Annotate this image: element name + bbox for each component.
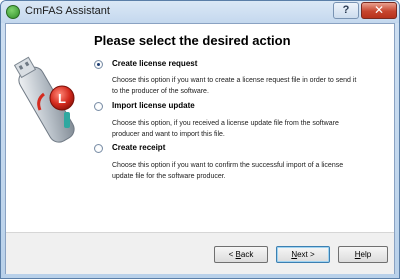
option-label-create-license-request[interactable]: Create license request bbox=[112, 59, 197, 68]
title-bar[interactable]: CmFAS Assistant ? ✕ bbox=[1, 1, 399, 23]
btn-text: elp bbox=[360, 250, 372, 259]
radio-create-receipt[interactable] bbox=[94, 144, 103, 153]
btn-text: ext > bbox=[297, 250, 315, 259]
window-title: CmFAS Assistant bbox=[25, 5, 110, 17]
option-desc-create-receipt: Choose this option if you want to confir… bbox=[112, 160, 399, 182]
assistant-window: CmFAS Assistant ? ✕ L Please select the … bbox=[0, 0, 400, 279]
next-button[interactable]: Next > bbox=[276, 246, 330, 263]
radio-create-license-request[interactable] bbox=[94, 60, 103, 69]
option-desc-import-license-update: Choose this option, if you received a li… bbox=[112, 118, 399, 140]
app-icon bbox=[6, 5, 20, 19]
svg-text:L: L bbox=[58, 91, 66, 106]
back-button[interactable]: < Back bbox=[214, 246, 268, 263]
desc-line: update file for the software producer. bbox=[112, 173, 226, 180]
close-button[interactable]: ✕ bbox=[361, 2, 397, 19]
question-icon: ? bbox=[342, 4, 350, 16]
desc-line: producer and want to import this file. bbox=[112, 131, 225, 138]
close-icon: ✕ bbox=[373, 3, 385, 17]
page-title: Please select the desired action bbox=[94, 33, 291, 48]
desc-line: to the producer of the software. bbox=[112, 88, 209, 95]
option-label-create-receipt[interactable]: Create receipt bbox=[112, 143, 165, 152]
wizard-body: L Please select the desired action Creat… bbox=[5, 23, 395, 274]
desc-line: Choose this option if you want to create… bbox=[112, 77, 357, 84]
usb-dongle-icon: L bbox=[14, 56, 75, 143]
radio-import-license-update[interactable] bbox=[94, 102, 103, 111]
help-button[interactable]: Help bbox=[338, 246, 388, 263]
desc-line: Choose this option, if you received a li… bbox=[112, 120, 339, 127]
btn-text: ack bbox=[240, 250, 254, 259]
option-label-import-license-update[interactable]: Import license update bbox=[112, 101, 195, 110]
title-help-button[interactable]: ? bbox=[333, 2, 359, 19]
button-bar: < Back Next > Help bbox=[6, 232, 394, 274]
option-desc-create-license-request: Choose this option if you want to create… bbox=[112, 75, 399, 97]
btn-text: < bbox=[228, 250, 236, 259]
desc-line: Choose this option if you want to confir… bbox=[112, 162, 344, 169]
